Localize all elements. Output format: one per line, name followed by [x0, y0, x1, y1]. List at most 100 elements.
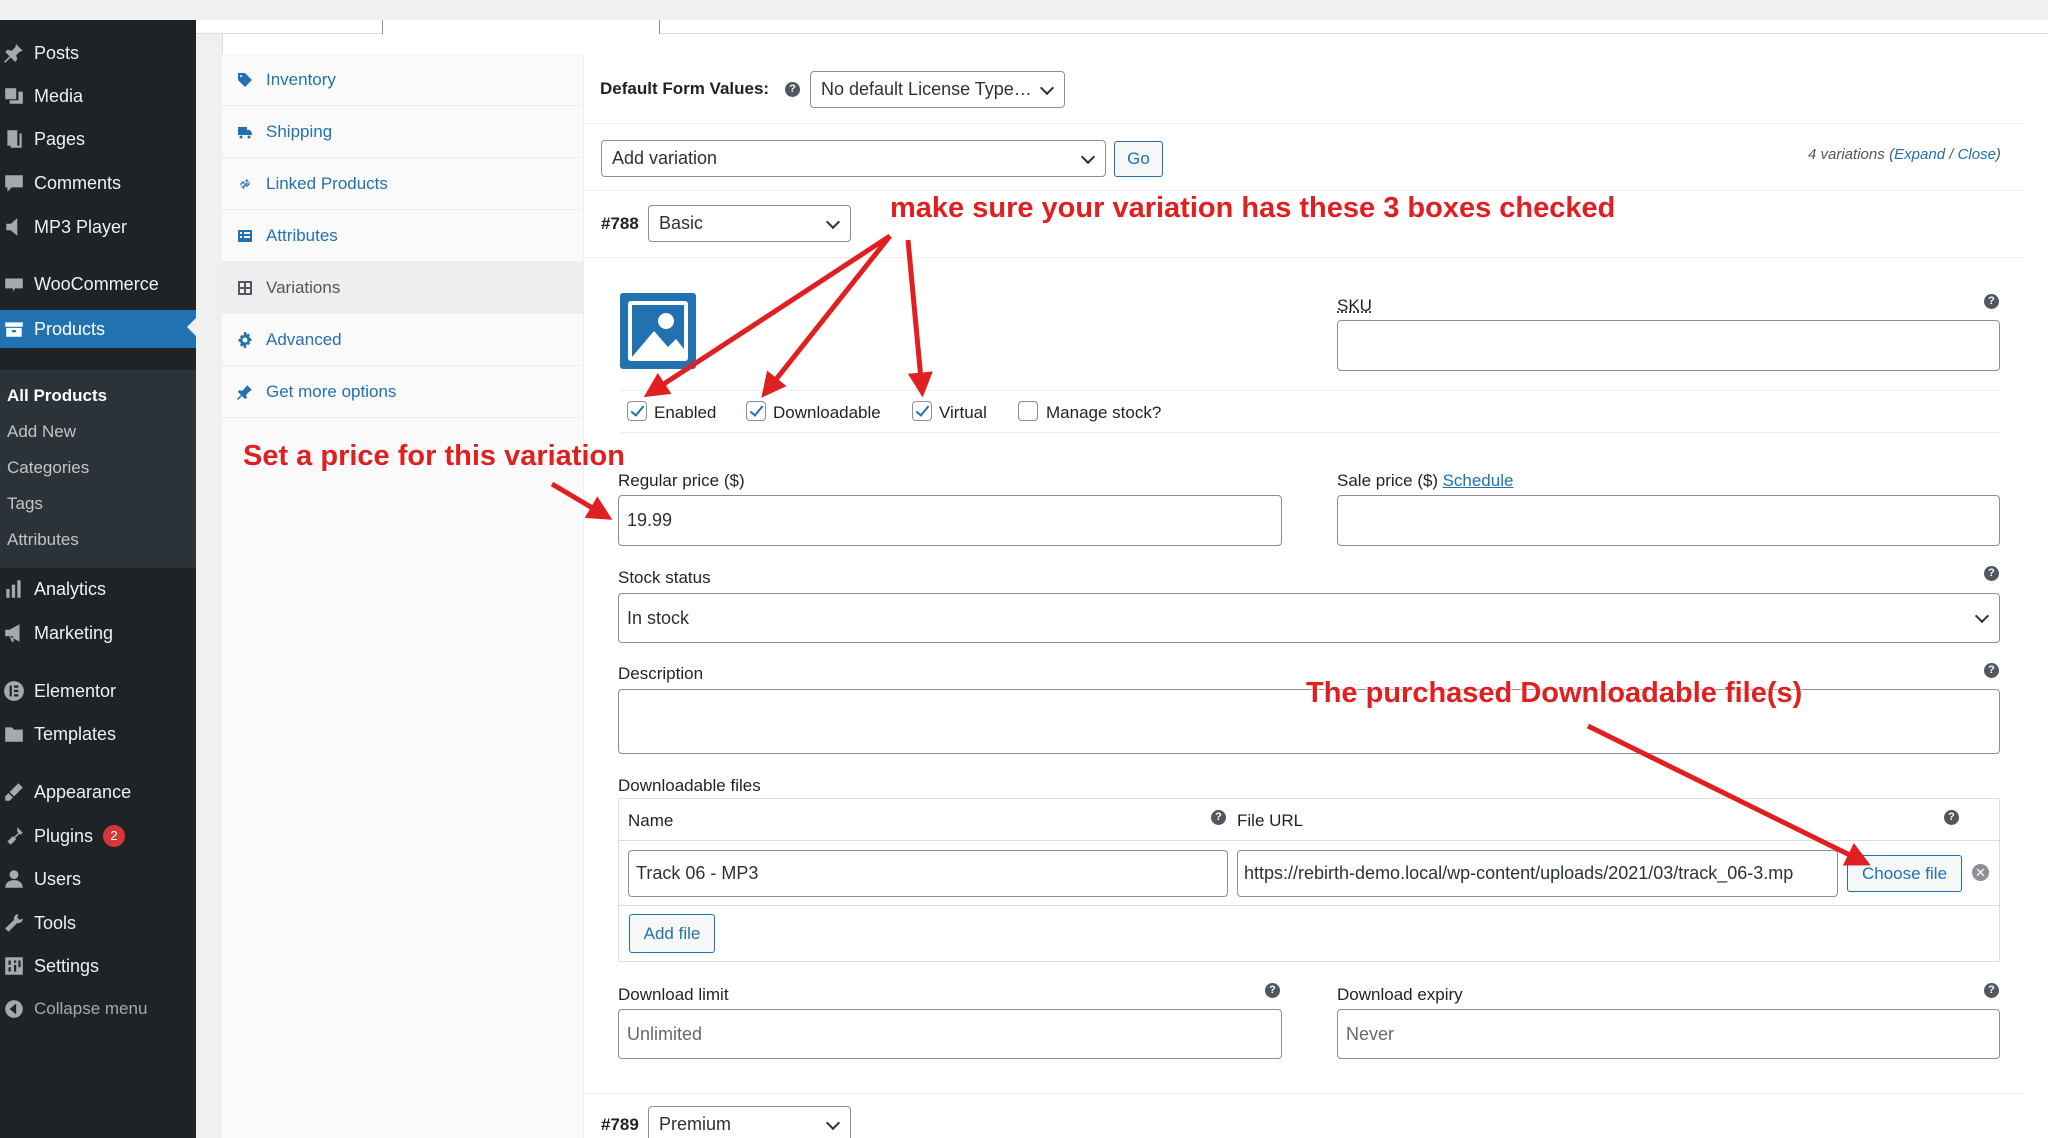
download-limit-label: Download limit — [618, 985, 729, 1005]
grid-icon — [236, 279, 254, 297]
variation-type-select[interactable]: Premium — [648, 1106, 851, 1138]
admin-sidebar: Posts Media Pages Comments MP3 Player Wo… — [0, 20, 196, 1138]
elementor-icon — [3, 680, 25, 702]
sale-price-input[interactable] — [1337, 495, 2000, 546]
tab-inventory[interactable]: Inventory — [222, 54, 584, 106]
menu-label: Tools — [34, 913, 76, 934]
variation-image-placeholder[interactable] — [620, 293, 696, 369]
expand-link[interactable]: Expand — [1894, 146, 1945, 163]
add-file-button[interactable]: Add file — [629, 914, 715, 953]
help-icon: ? — [1984, 663, 1999, 678]
downloadable-checkbox[interactable] — [746, 401, 766, 421]
virtual-checkbox[interactable] — [912, 401, 932, 421]
tab-label: Inventory — [266, 70, 336, 90]
go-button[interactable]: Go — [1114, 141, 1163, 177]
plug-icon — [3, 825, 25, 847]
remove-file-icon[interactable]: ✕ — [1972, 864, 1989, 881]
sku-input[interactable] — [1337, 320, 2000, 371]
menu-label: Media — [34, 86, 83, 107]
menu-item-woocommerce[interactable]: WooCommerce — [0, 267, 196, 301]
menu-label: Templates — [34, 724, 116, 745]
menu-item-templates[interactable]: Templates — [0, 717, 196, 751]
menu-label: Elementor — [34, 681, 116, 702]
menu-item-mp3-player[interactable]: MP3 Player — [0, 210, 196, 244]
menu-item-users[interactable]: Users — [0, 862, 196, 896]
divider — [584, 123, 2025, 124]
sliders-icon — [3, 955, 25, 977]
submenu-tags[interactable]: Tags — [7, 494, 43, 514]
downloadable-label: Downloadable — [773, 403, 881, 423]
bar-chart-icon — [3, 578, 25, 600]
wrench-icon — [3, 912, 25, 934]
submenu-all-products[interactable]: All Products — [7, 386, 107, 406]
chevron-down-icon — [826, 214, 840, 228]
add-variation-select[interactable]: Add variation — [601, 140, 1106, 177]
submenu-add-new[interactable]: Add New — [7, 422, 76, 442]
help-icon: ? — [1944, 810, 1959, 825]
menu-item-products[interactable]: Products — [0, 310, 196, 348]
menu-item-media[interactable]: Media — [0, 79, 196, 113]
menu-item-elementor[interactable]: Elementor — [0, 674, 196, 708]
tab-linked-products[interactable]: Linked Products — [222, 158, 584, 210]
tab-attributes[interactable]: Attributes — [222, 210, 584, 262]
product-data-tabs: Inventory Shipping Linked Products Attri… — [222, 54, 584, 1138]
media-icon — [3, 85, 25, 107]
regular-price-input[interactable]: 19.99 — [618, 495, 1282, 546]
menu-item-tools[interactable]: Tools — [0, 906, 196, 940]
tab-shipping[interactable]: Shipping — [222, 106, 584, 158]
annotation-checkboxes: make sure your variation has these 3 box… — [890, 192, 1615, 225]
regular-price-label: Regular price ($) — [618, 471, 745, 491]
menu-label: Pages — [34, 129, 85, 150]
chevron-down-icon — [1040, 80, 1054, 94]
pushpin-icon — [3, 42, 25, 64]
menu-label: Analytics — [34, 579, 106, 600]
menu-item-settings[interactable]: Settings — [0, 949, 196, 983]
gear-icon — [236, 331, 254, 349]
menu-item-comments[interactable]: Comments — [0, 166, 196, 200]
manage-stock-checkbox[interactable] — [1018, 401, 1038, 421]
virtual-label: Virtual — [939, 403, 987, 423]
submenu-categories[interactable]: Categories — [7, 458, 89, 478]
player-icon — [3, 216, 25, 238]
close-link[interactable]: Close — [1958, 146, 1996, 163]
variation-id: #789 — [601, 1115, 639, 1135]
file-url-input[interactable]: https://rebirth-demo.local/wp-content/up… — [1237, 850, 1838, 897]
update-count-badge: 2 — [103, 825, 125, 847]
tab-label: Attributes — [266, 226, 338, 246]
sku-label: SKU — [1337, 296, 1372, 316]
submenu-attributes[interactable]: Attributes — [7, 530, 79, 550]
menu-item-marketing[interactable]: Marketing — [0, 616, 196, 650]
download-limit-input[interactable]: Unlimited — [618, 1009, 1282, 1059]
menu-item-analytics[interactable]: Analytics — [0, 572, 196, 606]
default-form-values-label: Default Form Values: — [600, 79, 769, 99]
schedule-link[interactable]: Schedule — [1443, 471, 1514, 490]
chevron-down-icon — [1975, 609, 1989, 623]
truck-icon — [236, 123, 254, 141]
menu-item-posts[interactable]: Posts — [0, 36, 196, 70]
manage-stock-label: Manage stock? — [1046, 403, 1161, 423]
file-name-input[interactable]: Track 06 - MP3 — [628, 850, 1228, 897]
menu-label: Posts — [34, 43, 79, 64]
chevron-down-icon — [826, 1115, 840, 1129]
download-expiry-label: Download expiry — [1337, 985, 1463, 1005]
tab-advanced[interactable]: Advanced — [222, 314, 584, 366]
products-submenu: All Products Add New Categories Tags Att… — [0, 370, 196, 568]
choose-file-button[interactable]: Choose file — [1847, 855, 1962, 892]
menu-item-appearance[interactable]: Appearance — [0, 775, 196, 809]
menu-item-plugins[interactable]: Plugins 2 — [0, 819, 196, 853]
download-expiry-input[interactable]: Never — [1337, 1009, 2000, 1059]
brush-icon — [3, 781, 25, 803]
default-license-select[interactable]: No default License Type… — [810, 71, 1065, 108]
enabled-checkbox[interactable] — [627, 401, 647, 421]
tab-variations[interactable]: Variations — [222, 262, 584, 314]
pages-icon — [3, 128, 25, 150]
collapse-menu-button[interactable]: Collapse menu — [0, 992, 196, 1026]
select-value: Basic — [659, 213, 703, 234]
plugin-icon — [236, 383, 254, 401]
menu-label: Comments — [34, 173, 121, 194]
stock-status-select[interactable]: In stock — [618, 593, 2000, 643]
tab-get-more-options[interactable]: Get more options — [222, 366, 584, 418]
link-icon — [236, 175, 254, 193]
menu-item-pages[interactable]: Pages — [0, 122, 196, 156]
variation-type-select[interactable]: Basic — [648, 205, 851, 242]
